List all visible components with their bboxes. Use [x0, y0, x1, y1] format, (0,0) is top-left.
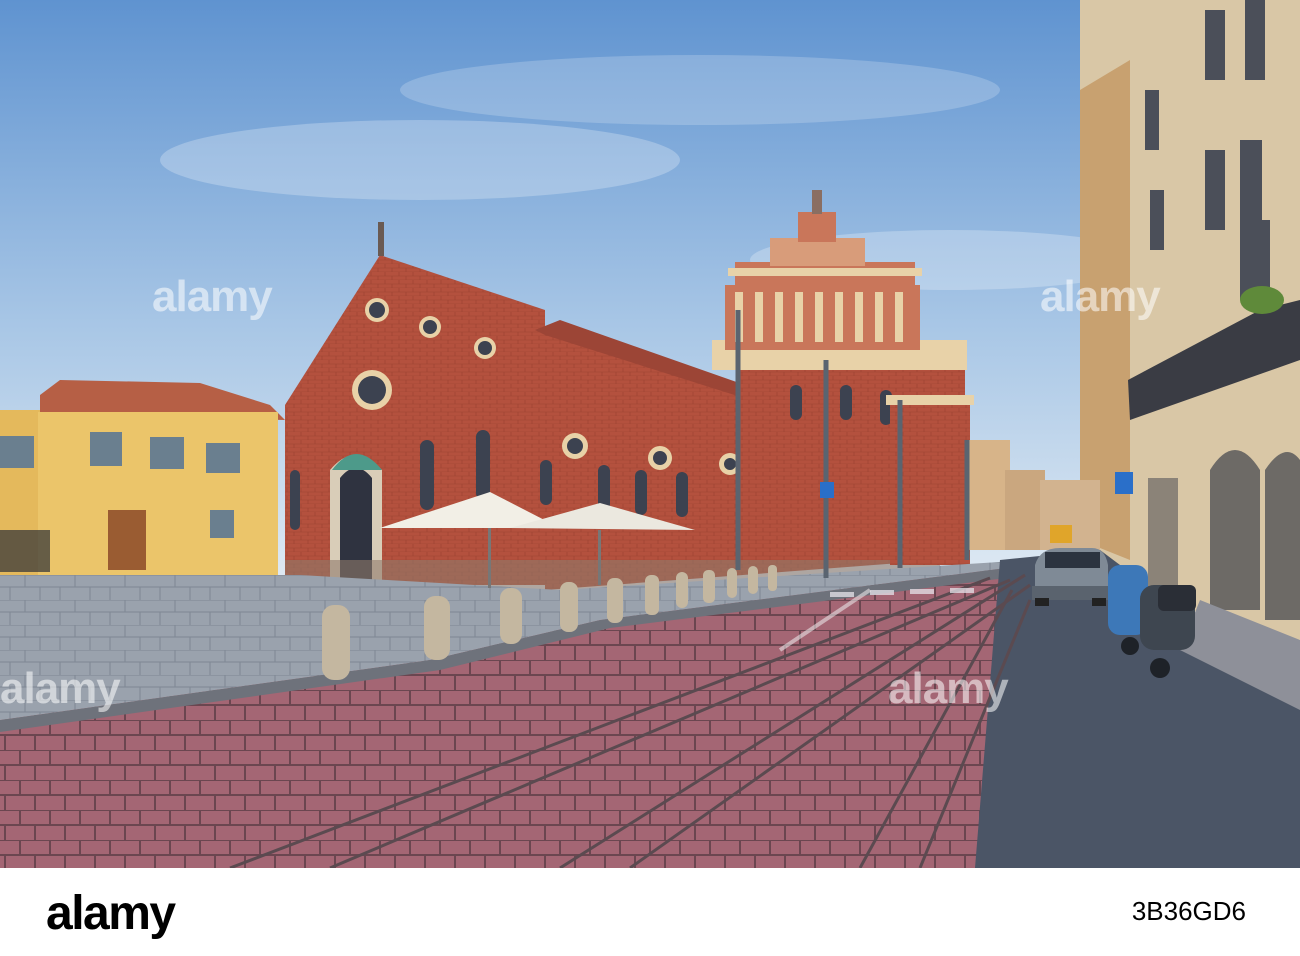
church-street-scene	[0, 0, 1300, 868]
photo-frame: alamy alamy alamy alamy alamy 3B36GD6	[0, 0, 1300, 956]
crosswalk-sign-right	[1115, 472, 1133, 494]
stock-footer: alamy 3B36GD6	[0, 868, 1300, 956]
watermark-bottom-right: alamy	[888, 664, 1009, 713]
distant-tram	[1050, 525, 1072, 543]
street-photo	[0, 0, 1300, 868]
watermark-center: alamy	[152, 272, 273, 321]
yellow-building	[0, 380, 285, 577]
alamy-logo[interactable]: alamy	[46, 886, 176, 941]
crosswalk-sign-left	[820, 482, 834, 498]
parked-car	[1032, 548, 1112, 606]
watermark-right: alamy	[1040, 272, 1161, 321]
image-id: 3B36GD6	[1131, 896, 1246, 926]
watermark-bottom-left: alamy	[0, 664, 121, 713]
